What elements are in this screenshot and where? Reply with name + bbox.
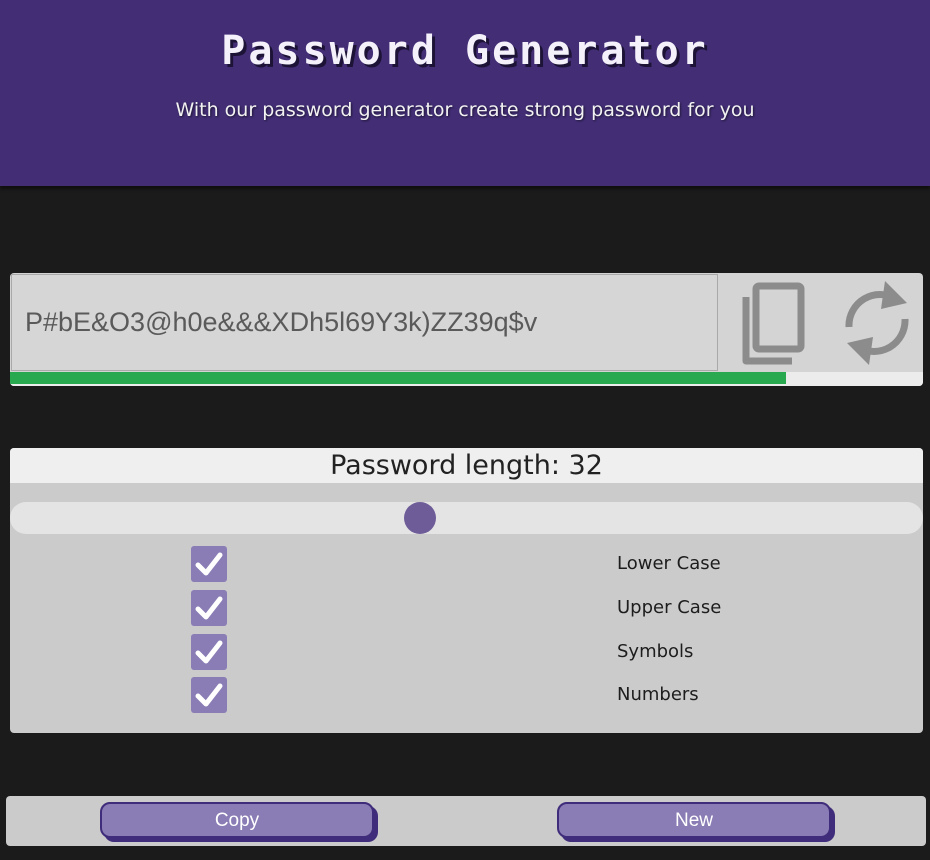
page-title: Password Generator bbox=[221, 28, 709, 74]
check-icon bbox=[195, 552, 223, 576]
option-label: Numbers bbox=[617, 684, 699, 705]
lower-case-checkbox[interactable] bbox=[191, 546, 227, 582]
strength-meter bbox=[10, 372, 923, 386]
symbols-checkbox[interactable] bbox=[191, 634, 227, 670]
option-row-numbers: Numbers bbox=[10, 677, 923, 717]
length-slider-thumb[interactable] bbox=[404, 502, 436, 534]
password-length-label: Password length: 32 bbox=[10, 448, 923, 483]
refresh-icon[interactable] bbox=[833, 277, 921, 369]
check-icon bbox=[195, 596, 223, 620]
length-slider[interactable] bbox=[10, 502, 923, 534]
password-output-field[interactable] bbox=[11, 274, 718, 371]
page-header: Password Generator With our password gen… bbox=[0, 0, 930, 186]
option-row-upper-case: Upper Case bbox=[10, 590, 923, 630]
check-icon bbox=[195, 640, 223, 664]
copy-button[interactable]: Copy bbox=[100, 802, 374, 838]
new-button[interactable]: New bbox=[557, 802, 831, 838]
password-panel bbox=[10, 273, 923, 386]
page-subtitle: With our password generator create stron… bbox=[175, 99, 755, 121]
option-row-lower-case: Lower Case bbox=[10, 546, 923, 586]
check-icon bbox=[195, 683, 223, 707]
copy-icon[interactable] bbox=[732, 277, 812, 369]
settings-panel: Password length: 32 Lower Case Upper Cas… bbox=[10, 448, 923, 733]
option-row-symbols: Symbols bbox=[10, 634, 923, 674]
strength-meter-fill bbox=[10, 372, 787, 384]
upper-case-checkbox[interactable] bbox=[191, 590, 227, 626]
option-label: Lower Case bbox=[617, 553, 721, 574]
option-label: Symbols bbox=[617, 641, 694, 662]
numbers-checkbox[interactable] bbox=[191, 677, 227, 713]
action-bar: Copy New bbox=[6, 796, 926, 846]
option-label: Upper Case bbox=[617, 597, 722, 618]
